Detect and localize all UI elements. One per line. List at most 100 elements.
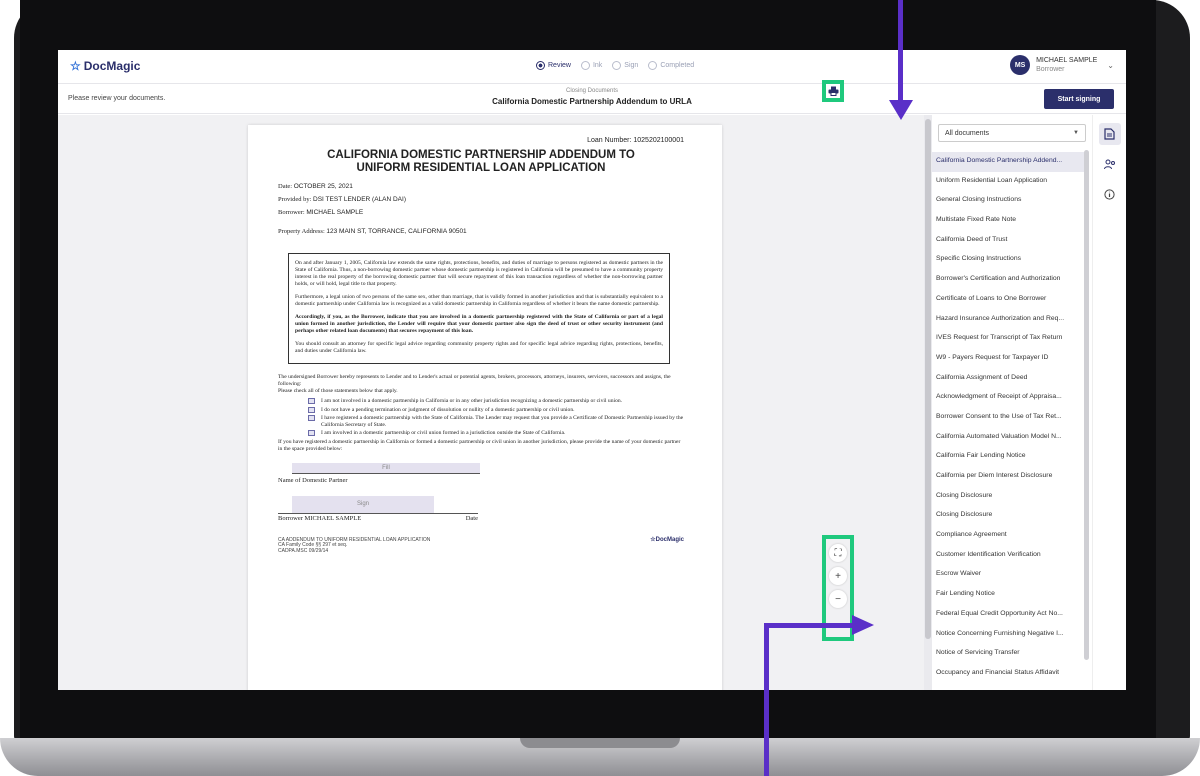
statement-4: I am involved in a domestic partnership … bbox=[321, 430, 566, 436]
progress-steps: Review Ink Sign Completed bbox=[536, 61, 694, 70]
document-list-item[interactable]: Uniform Residential Loan Application bbox=[932, 172, 1084, 192]
meta-date: Date: OCTOBER 25, 2021 bbox=[278, 180, 684, 193]
property-value: 123 MAIN ST, TORRANCE, CALIFORNIA 90501 bbox=[326, 228, 467, 235]
annotation-arrow bbox=[764, 623, 769, 776]
start-signing-button[interactable]: Start signing bbox=[1044, 89, 1114, 109]
side-icon-bar bbox=[1092, 115, 1126, 690]
app-logo[interactable]: ☆ DocMagic bbox=[70, 59, 140, 73]
filter-value: All documents bbox=[945, 130, 989, 137]
borrower-label: Borrower: bbox=[278, 209, 305, 216]
loan-number: Loan Number: 1025202100001 bbox=[587, 137, 684, 144]
document-list-item[interactable]: Federal Equal Credit Opportunity Act No.… bbox=[932, 605, 1084, 625]
document-list-item[interactable]: W9 - Payers Request for Taxpayer ID bbox=[932, 349, 1084, 369]
document-viewer[interactable]: Loan Number: 1025202100001 CALIFORNIA DO… bbox=[58, 115, 924, 690]
step-label: Ink bbox=[592, 62, 603, 69]
document-list-item[interactable]: General Closing Instructions bbox=[932, 191, 1084, 211]
scrollbar-thumb[interactable] bbox=[925, 119, 931, 639]
footer-logo: ☆DocMagic bbox=[650, 536, 684, 543]
date-value: OCTOBER 25, 2021 bbox=[293, 183, 353, 190]
meta-property: Property Address: 123 MAIN ST, TORRANCE,… bbox=[278, 225, 684, 238]
notice-box: On and after January 1, 2005, California… bbox=[288, 253, 670, 364]
document-list-item[interactable]: Closing Disclosure bbox=[932, 506, 1084, 526]
check-all-text: Please check all of those statements bel… bbox=[278, 388, 398, 394]
document-list-item[interactable]: Notice of Servicing Transfer bbox=[932, 644, 1084, 664]
document-list-item[interactable]: California Fair Lending Notice bbox=[932, 447, 1084, 467]
notice-paragraph-4: You should consult an attorney for speci… bbox=[295, 341, 663, 354]
document-page: Loan Number: 1025202100001 CALIFORNIA DO… bbox=[248, 125, 722, 690]
if-registered-text: If you have registered a domestic partne… bbox=[278, 438, 681, 452]
printer-icon bbox=[828, 86, 838, 96]
statement-row: I do not have a pending termination or j… bbox=[308, 406, 684, 414]
app-screen: ☆ DocMagic Review Ink Sign Completed MS MIC… bbox=[58, 50, 1126, 690]
user-info: MICHAEL SAMPLE Borrower bbox=[1036, 56, 1097, 74]
document-list-item[interactable]: Notice Concerning Furnishing Negative I.… bbox=[932, 625, 1084, 645]
document-heading: CALIFORNIA DOMESTIC PARTNERSHIP ADDENDUM… bbox=[278, 149, 684, 175]
step-sign: Sign bbox=[612, 61, 638, 70]
document-icon[interactable] bbox=[1098, 123, 1121, 145]
laptop-notch bbox=[520, 738, 680, 748]
date-label: Date: bbox=[278, 183, 293, 190]
checkbox[interactable] bbox=[308, 415, 315, 421]
annotation-arrowhead bbox=[889, 100, 913, 120]
checkbox[interactable] bbox=[308, 430, 315, 436]
document-list-item[interactable]: California Domestic Partnership Addend..… bbox=[932, 152, 1084, 172]
document-list-item[interactable]: Escrow Waiver bbox=[932, 565, 1084, 585]
document-list-item[interactable]: California Assignment of Deed bbox=[932, 369, 1084, 389]
statement-row: I am not involved in a domestic partners… bbox=[308, 398, 684, 405]
document-list-item[interactable]: IVES Request for Transcript of Tax Retur… bbox=[932, 329, 1084, 349]
document-list-panel: All documents ▼ California Domestic Part… bbox=[932, 115, 1090, 690]
laptop-frame: ☆ DocMagic Review Ink Sign Completed MS MIC… bbox=[0, 0, 1200, 776]
document-list-item[interactable]: Hazard Insurance Authorization and Req..… bbox=[932, 310, 1084, 330]
step-label: Sign bbox=[624, 62, 639, 69]
logo-text: DocMagic bbox=[83, 59, 141, 73]
document-list-item[interactable]: Fair Lending Notice bbox=[932, 585, 1084, 605]
document-list-item[interactable]: Borrower Consent to the Use of Tax Ret..… bbox=[932, 408, 1084, 428]
section-label: Closing Documents bbox=[565, 88, 619, 94]
statement-row: I am involved in a domestic partnership … bbox=[308, 430, 684, 437]
checkbox[interactable] bbox=[308, 398, 315, 404]
provided-label: Provided by: bbox=[278, 196, 312, 203]
print-button[interactable] bbox=[822, 80, 844, 102]
document-list-item[interactable]: Borrower's Certification and Authorizati… bbox=[932, 270, 1084, 290]
step-indicator-icon bbox=[580, 61, 590, 70]
caret-down-icon: ▼ bbox=[1073, 130, 1079, 136]
document-list-item[interactable]: Acknowledgment of Receipt of Appraisa... bbox=[932, 388, 1084, 408]
heading-line-1: CALIFORNIA DOMESTIC PARTNERSHIP ADDENDUM… bbox=[327, 149, 635, 161]
panel-scrollbar[interactable] bbox=[1084, 150, 1089, 660]
document-list-item[interactable]: California per Diem Interest Disclosure bbox=[932, 467, 1084, 487]
signature-borrower: Borrower MICHAEL SAMPLE bbox=[278, 514, 362, 522]
avatar: MS bbox=[1010, 55, 1031, 75]
zoom-out-button[interactable]: − bbox=[829, 590, 847, 608]
document-list-item[interactable]: Customer Identification Verification bbox=[932, 546, 1084, 566]
document-list-item[interactable]: Compliance Agreement bbox=[932, 526, 1084, 546]
footer-line-3: CADPA.MSC 09/29/14 bbox=[278, 547, 329, 554]
zoom-in-button[interactable]: + bbox=[829, 567, 847, 585]
sign-field[interactable]: Sign bbox=[292, 495, 434, 513]
chevron-down-icon[interactable]: ⌄ bbox=[1107, 61, 1114, 70]
property-label: Property Address: bbox=[278, 228, 325, 235]
step-label: Review bbox=[548, 62, 571, 69]
info-icon[interactable] bbox=[1099, 183, 1121, 205]
fullscreen-button[interactable]: ⛶ bbox=[829, 544, 847, 562]
viewer-scrollbar[interactable] bbox=[924, 115, 932, 690]
document-list-item[interactable]: Certificate of Loans to One Borrower bbox=[932, 290, 1084, 310]
notice-paragraph-1: On and after January 1, 2005, California… bbox=[295, 260, 663, 287]
users-icon[interactable] bbox=[1099, 153, 1121, 175]
document-title: California Domestic Partnership Addendum… bbox=[492, 97, 692, 106]
document-list-item[interactable]: California Automated Valuation Model N..… bbox=[932, 428, 1084, 448]
document-list-item[interactable]: California Deed of Trust bbox=[932, 231, 1084, 251]
user-role: Borrower bbox=[1036, 66, 1065, 73]
user-menu[interactable]: MS MICHAEL SAMPLE Borrower ⌄ bbox=[1010, 55, 1114, 75]
document-filter-select[interactable]: All documents ▼ bbox=[938, 124, 1086, 142]
document-list-item[interactable]: Occupancy and Financial Status Affidavit bbox=[932, 664, 1084, 684]
document-list-item[interactable]: Specific Closing Instructions bbox=[932, 250, 1084, 270]
user-name: MICHAEL SAMPLE bbox=[1036, 57, 1098, 64]
document-list-item[interactable]: Closing Disclosure bbox=[932, 487, 1084, 507]
statement-2: I do not have a pending termination or j… bbox=[321, 406, 575, 413]
footer-form-info: CA ADDENDUM TO UNIFORM RESIDENTIAL LOAN … bbox=[278, 537, 430, 555]
step-review: Review bbox=[536, 61, 571, 70]
document-list-item[interactable]: Multistate Fixed Rate Note bbox=[932, 211, 1084, 231]
partner-name-field[interactable]: Fill bbox=[292, 462, 480, 474]
step-indicator-icon bbox=[612, 61, 622, 70]
checkbox[interactable] bbox=[308, 406, 315, 413]
